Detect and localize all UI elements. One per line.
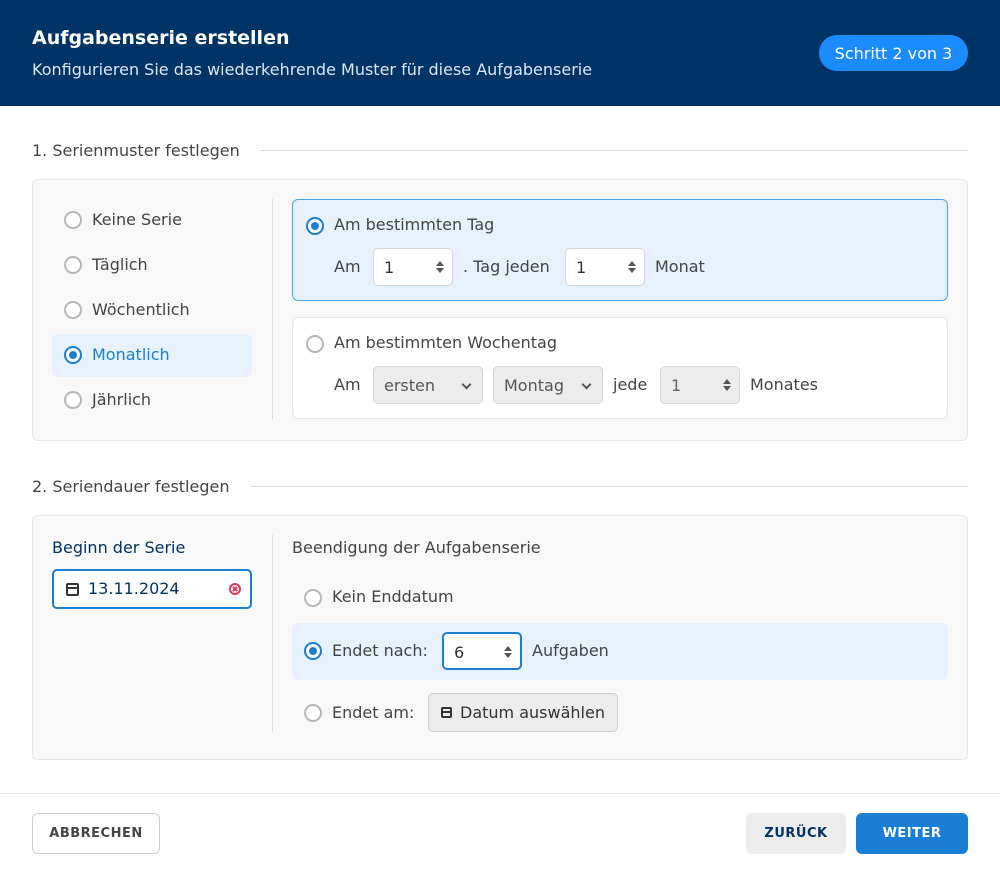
month-interval-stepper[interactable]: 1 bbox=[565, 248, 645, 286]
day-number-stepper[interactable]: 1 bbox=[373, 248, 453, 286]
stepper-value: 1 bbox=[671, 376, 682, 395]
start-date-value: 13.11.2024 bbox=[88, 579, 180, 598]
step-badge: Schritt 2 von 3 bbox=[819, 35, 968, 71]
stepper-value: 6 bbox=[454, 643, 465, 662]
pattern-option-none[interactable]: Keine Serie bbox=[52, 199, 252, 242]
pattern-option-label: Monatlich bbox=[92, 345, 170, 364]
pattern-option-monthly[interactable]: Monatlich bbox=[52, 334, 252, 377]
day-suffix-text: Monat bbox=[655, 257, 705, 276]
pattern-option-daily[interactable]: Täglich bbox=[52, 244, 252, 287]
weekday-interval-stepper[interactable]: 1 bbox=[660, 366, 740, 404]
dialog-subtitle: Konfigurieren Sie das wiederkehrende Mus… bbox=[32, 60, 593, 79]
select-end-date-button[interactable]: Datum auswählen bbox=[428, 693, 618, 732]
radio-checked-icon[interactable] bbox=[64, 346, 82, 364]
weekday-suffix-text: Monates bbox=[750, 375, 818, 394]
radio-icon[interactable] bbox=[304, 704, 322, 722]
radio-icon[interactable] bbox=[64, 256, 82, 274]
end-after-count-stepper[interactable]: 6 bbox=[442, 632, 522, 670]
section-divider bbox=[250, 486, 968, 487]
radio-icon[interactable] bbox=[304, 589, 322, 607]
pattern-option-label: Täglich bbox=[92, 255, 148, 274]
select-end-date-label: Datum auswählen bbox=[460, 703, 605, 722]
start-date-label: Beginn der Serie bbox=[52, 538, 186, 557]
footer-divider bbox=[0, 793, 1000, 794]
pattern-option-label: Keine Serie bbox=[92, 210, 182, 229]
cancel-button[interactable]: ABBRECHEN bbox=[32, 813, 160, 854]
pattern-option-label: Jährlich bbox=[92, 390, 152, 409]
radio-checked-icon[interactable] bbox=[306, 217, 324, 235]
back-button[interactable]: ZURÜCK bbox=[746, 813, 846, 854]
stepper-arrows-icon[interactable] bbox=[504, 644, 512, 660]
end-section-label: Beendigung der Aufgabenserie bbox=[292, 538, 541, 557]
ordinal-select[interactable]: ersten bbox=[373, 366, 483, 404]
section-divider bbox=[260, 150, 968, 151]
dialog-header: Aufgabenserie erstellen Konfigurieren Si… bbox=[0, 0, 1000, 106]
calendar-icon bbox=[66, 583, 79, 596]
clear-icon[interactable] bbox=[229, 583, 241, 595]
radio-icon[interactable] bbox=[306, 335, 324, 353]
end-after-suffix: Aufgaben bbox=[532, 641, 609, 660]
duration-divider bbox=[272, 535, 273, 732]
pattern-option-yearly[interactable]: Jährlich bbox=[52, 379, 252, 422]
chevron-down-icon bbox=[461, 379, 472, 390]
end-on-label[interactable]: Endet am: bbox=[332, 703, 414, 722]
weekday-prefix-text: Am bbox=[334, 375, 361, 394]
select-value: ersten bbox=[384, 376, 436, 395]
stepper-value: 1 bbox=[576, 258, 587, 277]
option-specific-day-label: Am bestimmten Tag bbox=[334, 215, 495, 234]
stepper-arrows-icon[interactable] bbox=[436, 259, 444, 275]
stepper-value: 1 bbox=[384, 258, 395, 277]
pattern-option-weekly[interactable]: Wöchentlich bbox=[52, 289, 252, 332]
calendar-icon bbox=[441, 707, 452, 718]
end-after-label[interactable]: Endet nach: bbox=[332, 641, 428, 660]
chevron-down-icon bbox=[581, 379, 592, 390]
pattern-option-label: Wöchentlich bbox=[92, 300, 190, 319]
start-date-input[interactable]: 13.11.2024 bbox=[52, 569, 252, 609]
pattern-divider bbox=[272, 199, 273, 419]
option-specific-weekday-label: Am bestimmten Wochentag bbox=[334, 333, 558, 352]
stepper-arrows-icon[interactable] bbox=[628, 259, 636, 275]
radio-checked-icon[interactable] bbox=[304, 642, 322, 660]
weekday-middle-text: jede bbox=[613, 375, 648, 394]
radio-icon[interactable] bbox=[64, 301, 82, 319]
section-title-duration: 2. Seriendauer festlegen bbox=[32, 477, 244, 496]
next-button[interactable]: WEITER bbox=[856, 813, 968, 854]
day-middle-text: . Tag jeden bbox=[463, 257, 550, 276]
dialog-title: Aufgabenserie erstellen bbox=[32, 27, 290, 49]
select-value: Montag bbox=[504, 376, 564, 395]
section-title-pattern: 1. Serienmuster festlegen bbox=[32, 141, 254, 160]
radio-icon[interactable] bbox=[64, 391, 82, 409]
day-prefix-text: Am bbox=[334, 257, 361, 276]
end-none-label[interactable]: Kein Enddatum bbox=[332, 587, 454, 606]
weekday-select[interactable]: Montag bbox=[493, 366, 603, 404]
radio-icon[interactable] bbox=[64, 211, 82, 229]
stepper-arrows-icon[interactable] bbox=[723, 377, 731, 393]
